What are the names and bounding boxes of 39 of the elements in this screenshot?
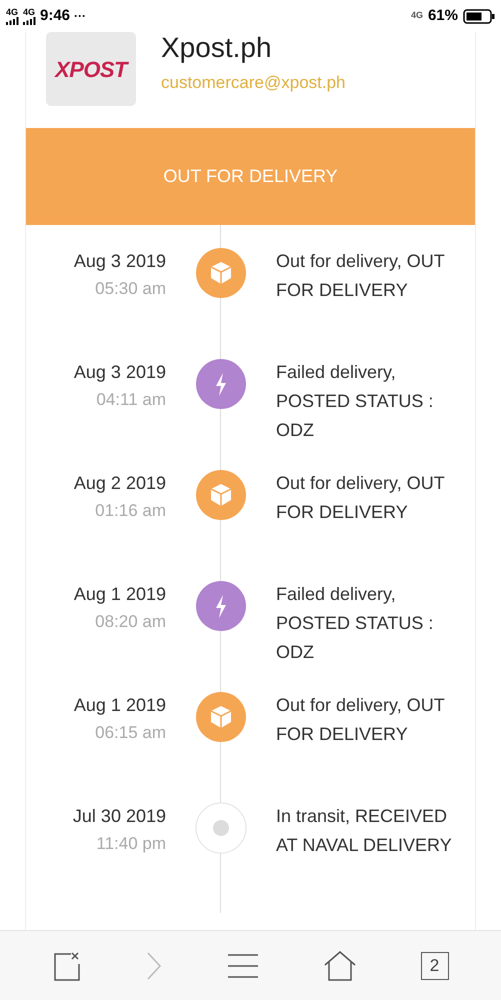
box-icon	[195, 691, 247, 743]
lightning-icon	[195, 358, 247, 410]
event-description: In transit, RECEIVED AT NAVAL DELIVERY	[276, 805, 453, 857]
battery-icon	[463, 8, 495, 24]
event-time: 11:40 pm	[96, 833, 166, 855]
event-description: Out for delivery, OUT FOR DELIVERY	[276, 250, 446, 302]
event-date: Aug 3 2019	[74, 250, 166, 273]
event-time: 06:15 am	[95, 722, 166, 744]
event-date: Aug 1 2019	[74, 583, 166, 606]
home-icon[interactable]	[324, 950, 356, 980]
event-date: Jul 30 2019	[72, 805, 166, 828]
event-description: Failed delivery, POSTED STATUS : ODZ	[276, 361, 434, 442]
event-description: Out for delivery, OUT FOR DELIVERY	[276, 472, 446, 524]
box-icon	[195, 469, 247, 521]
event-description: Out for delivery, OUT FOR DELIVERY	[276, 694, 446, 746]
lightning-icon	[195, 580, 247, 632]
tabs-button[interactable]: 2	[420, 952, 448, 980]
network-type: 4G	[6, 8, 18, 16]
event-date: Aug 2 2019	[74, 472, 166, 495]
clock: 9:46	[40, 6, 70, 26]
signal-icon	[23, 16, 36, 24]
signal-icon	[6, 16, 19, 24]
menu-icon[interactable]	[226, 952, 258, 978]
event-time: 05:30 am	[95, 278, 166, 300]
event-date: Aug 1 2019	[74, 694, 166, 717]
box-icon	[195, 247, 247, 299]
network-type: 4G	[23, 8, 36, 16]
network-type: 4G	[410, 9, 423, 22]
event-date: Aug 3 2019	[74, 361, 166, 384]
status-banner: OUT FOR DELIVERY	[26, 128, 475, 225]
event-time: 01:16 am	[95, 500, 166, 522]
more-indicator: ···	[74, 8, 86, 25]
company-logo: XPOST	[46, 32, 136, 106]
event-time: 04:11 am	[96, 389, 166, 411]
event-description: Failed delivery, POSTED STATUS : ODZ	[276, 583, 434, 664]
close-tab-icon[interactable]	[52, 950, 80, 980]
company-name: Xpost.ph	[161, 32, 273, 64]
event-time: 08:20 am	[95, 611, 166, 633]
battery-level: 61%	[428, 6, 458, 26]
